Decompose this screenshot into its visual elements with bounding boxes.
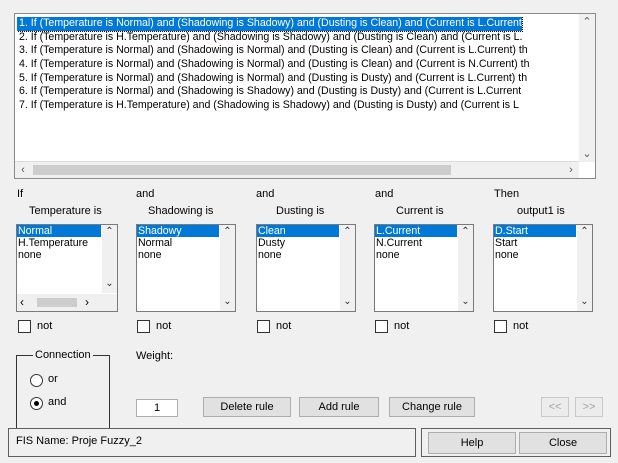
up-arrow-icon[interactable]: ⌃ [340, 226, 355, 240]
connector-label: Then [494, 188, 520, 200]
not-label: not [156, 320, 172, 332]
rule-list[interactable]: 1. If (Temperature is Normal) and (Shado… [14, 13, 596, 179]
prev-button[interactable]: << [541, 397, 569, 417]
output-listbox[interactable]: D.Start Start none ⌃ ⌄ [493, 224, 593, 312]
down-arrow-icon[interactable]: ⌄ [458, 296, 473, 310]
listbox-scrollbar[interactable]: ⌃ ⌄ [340, 225, 355, 311]
output-label: output1 is [517, 205, 565, 217]
list-item[interactable]: Shadowy [137, 225, 219, 237]
rule-item[interactable]: 5. If (Temperature is Normal) and (Shado… [17, 72, 577, 86]
list-item[interactable]: Clean [257, 225, 339, 237]
connector-label: and [136, 188, 155, 200]
listbox-scrollbar[interactable]: ⌃ ⌄ [102, 225, 117, 293]
list-item[interactable]: D.Start [494, 225, 576, 237]
fis-name-text: FIS Name: Proje Fuzzy_2 [16, 435, 142, 447]
not-checkbox-current[interactable] [375, 320, 388, 333]
next-button[interactable]: >> [575, 397, 603, 417]
up-arrow-icon[interactable]: ⌃ [577, 226, 592, 240]
not-checkbox-temperature[interactable] [18, 320, 31, 333]
listbox-scrollbar[interactable]: ⌃ ⌄ [458, 225, 473, 311]
dusting-listbox[interactable]: Clean Dusty none ⌃ ⌄ [256, 224, 356, 312]
up-arrow-icon[interactable]: ⌃ [220, 226, 235, 240]
connection-title: Connection [33, 349, 93, 361]
not-label: not [394, 320, 410, 332]
weight-label: Weight: [136, 350, 174, 362]
temperature-listbox[interactable]: Normal H.Temperature none ⌃ ⌄ ‹ › [16, 224, 118, 312]
scroll-thumb[interactable] [33, 165, 451, 175]
up-arrow-icon[interactable]: ⌃ [579, 14, 595, 30]
change-rule-button[interactable]: Change rule [389, 397, 475, 417]
rule-item[interactable]: 3. If (Temperature is Normal) and (Shado… [17, 44, 577, 58]
rule-vertical-scrollbar[interactable]: ⌃ ⌄ [579, 14, 595, 162]
shadowing-listbox[interactable]: Shadowy Normal none ⌃ ⌄ [136, 224, 236, 312]
not-checkbox-dusting[interactable] [257, 320, 270, 333]
connector-label: and [375, 188, 394, 200]
help-button[interactable]: Help [428, 432, 516, 454]
up-arrow-icon[interactable]: ⌃ [102, 226, 117, 240]
rule-item[interactable]: 6. If (Temperature is Normal) and (Shado… [17, 85, 577, 99]
close-button[interactable]: Close [519, 432, 607, 454]
shadowing-label: Shadowing is [148, 205, 214, 217]
scroll-thumb[interactable] [37, 298, 77, 307]
listbox-scrollbar[interactable]: ⌃ ⌄ [220, 225, 235, 311]
rule-item[interactable]: 1. If (Temperature is Normal) and (Shado… [17, 17, 523, 32]
rule-horizontal-scrollbar[interactable]: ‹ › [15, 161, 579, 178]
connector-label: and [256, 188, 275, 200]
connector-label: If [17, 188, 24, 200]
not-checkbox-shadowing[interactable] [137, 320, 150, 333]
up-arrow-icon[interactable]: ⌃ [458, 226, 473, 240]
rule-lines: 1. If (Temperature is Normal) and (Shado… [17, 17, 577, 157]
listbox-hscrollbar[interactable]: ‹ › [17, 294, 117, 311]
and-radio[interactable] [30, 397, 43, 410]
not-label: not [276, 320, 292, 332]
left-arrow-icon[interactable]: ‹ [20, 295, 24, 309]
down-arrow-icon[interactable]: ⌄ [579, 146, 595, 162]
right-arrow-icon[interactable]: › [563, 162, 579, 178]
rule-item[interactable]: 4. If (Temperature is Normal) and (Shado… [17, 58, 577, 72]
current-label: Current is [396, 205, 444, 217]
rule-item[interactable]: 7. If (Temperature is H.Temperature) and… [17, 99, 577, 113]
not-checkbox-output[interactable] [494, 320, 507, 333]
and-label: and [48, 396, 67, 408]
delete-rule-button[interactable]: Delete rule [203, 397, 291, 417]
add-rule-button[interactable]: Add rule [299, 397, 379, 417]
not-label: not [37, 320, 53, 332]
down-arrow-icon[interactable]: ⌄ [102, 278, 117, 292]
rule-item[interactable]: 2. If (Temperature is H.Temperature) and… [17, 31, 577, 45]
down-arrow-icon[interactable]: ⌄ [220, 296, 235, 310]
weight-input[interactable]: 1 [136, 399, 178, 417]
down-arrow-icon[interactable]: ⌄ [340, 296, 355, 310]
or-label: or [48, 373, 58, 385]
right-arrow-icon[interactable]: › [85, 295, 89, 309]
down-arrow-icon[interactable]: ⌄ [577, 296, 592, 310]
dusting-label: Dusting is [276, 205, 325, 217]
connection-group [16, 355, 110, 429]
current-listbox[interactable]: L.Current N.Current none ⌃ ⌄ [374, 224, 474, 312]
list-item[interactable]: Normal [17, 225, 101, 237]
listbox-scrollbar[interactable]: ⌃ ⌄ [577, 225, 592, 311]
list-item[interactable]: L.Current [375, 225, 457, 237]
temperature-label: Temperature is [29, 205, 102, 217]
or-radio[interactable] [30, 374, 43, 387]
left-arrow-icon[interactable]: ‹ [15, 162, 31, 178]
not-label: not [513, 320, 529, 332]
